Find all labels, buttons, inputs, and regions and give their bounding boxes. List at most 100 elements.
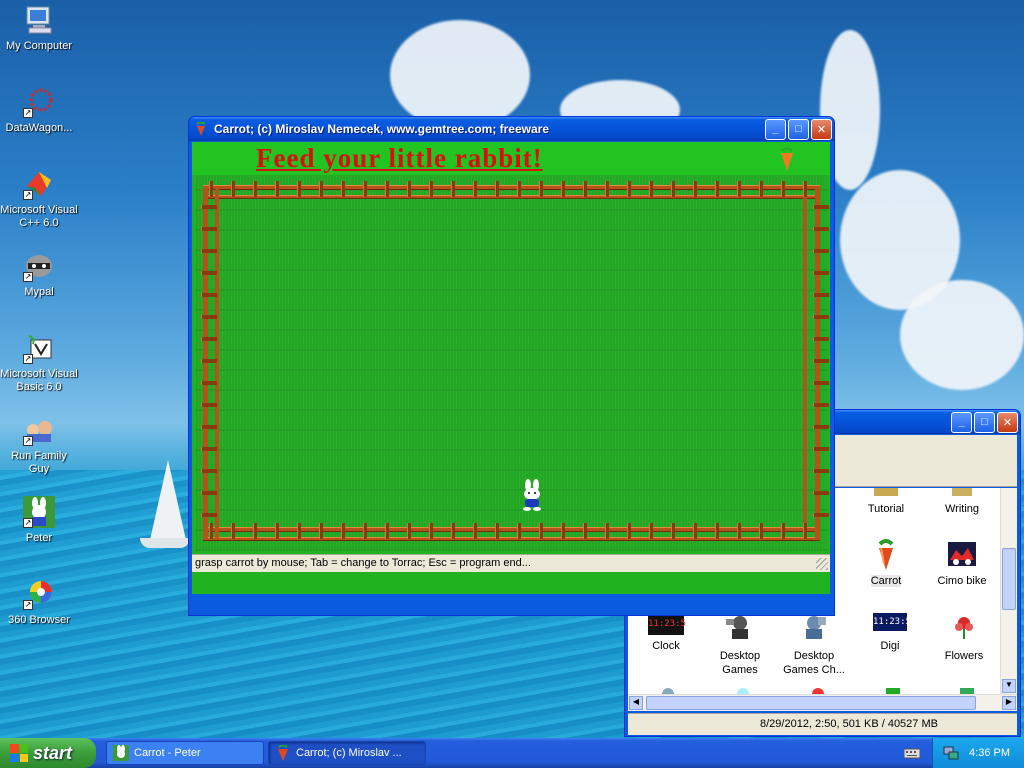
desktop-icon-mypal[interactable]: ↗ Mypal — [0, 250, 78, 299]
fence-post — [297, 523, 301, 539]
desktop-icon-peter[interactable]: ↗ Peter — [0, 496, 78, 545]
visual-cpp-icon: ↗ — [23, 168, 55, 200]
explorer-item-cimo-bike[interactable]: Cimo bike — [926, 538, 998, 588]
fence-right-rail — [815, 185, 820, 541]
sailboat-hull — [140, 538, 190, 548]
vertical-scrollbar[interactable]: ▼ — [1000, 488, 1017, 694]
fence-post — [385, 181, 389, 197]
explorer-item-desktop-games-ch[interactable]: Desktop Games Ch... — [778, 613, 850, 677]
desktop-icon-datawagon[interactable]: ↗ DataWagon... — [0, 86, 78, 135]
explorer-item-label: Carrot — [870, 575, 902, 587]
fence-post — [539, 181, 543, 197]
minimize-button[interactable]: _ — [765, 118, 786, 140]
mypal-raccoon-icon: ↗ — [23, 250, 55, 282]
fence-post — [201, 337, 217, 341]
fence-post — [517, 523, 521, 539]
fence-post — [803, 523, 807, 539]
close-button[interactable]: ✕ — [997, 411, 1018, 433]
scrollbar-thumb[interactable] — [1002, 548, 1016, 610]
fence-post — [201, 403, 217, 407]
fence-post — [737, 181, 741, 197]
fence-post — [561, 181, 565, 197]
grass-field[interactable] — [195, 175, 829, 551]
fence-post — [803, 181, 807, 197]
rabbit-sprite[interactable] — [519, 479, 545, 511]
fence-post — [429, 523, 433, 539]
fence-post — [201, 293, 217, 297]
keyboard-icon[interactable] — [903, 746, 921, 760]
fence-post — [341, 181, 345, 197]
explorer-item-writing[interactable]: Writing — [926, 488, 998, 516]
sailboat — [150, 460, 186, 540]
scroll-right-button[interactable]: ▶ — [1002, 696, 1016, 710]
fence-post — [231, 181, 235, 197]
fence-post — [363, 181, 367, 197]
minimize-button[interactable]: _ — [951, 411, 972, 433]
desktop-icon-label: Mypal — [24, 286, 54, 298]
fence-post — [813, 271, 829, 275]
fence-post — [781, 523, 785, 539]
digi-clock-icon: 11:23:51 — [873, 613, 916, 631]
network-icon[interactable] — [943, 745, 959, 761]
task-label: Carrot; (c) Miroslav ... — [296, 747, 402, 759]
fence-post — [201, 447, 217, 451]
peter-task-icon — [113, 745, 129, 761]
explorer-item-label: Desktop Games Ch... — [783, 650, 845, 676]
carrot-task-icon — [275, 744, 291, 761]
start-button[interactable]: start — [0, 738, 96, 768]
game-statusbar: grasp carrot by mouse; Tab = change to T… — [192, 554, 830, 572]
cloud — [900, 280, 1024, 390]
explorer-item-flowers[interactable]: Flowers — [928, 613, 1000, 663]
carrot-game-window[interactable]: Carrot; (c) Miroslav Nemecek, www.gemtre… — [188, 116, 835, 616]
maximize-button[interactable]: □ — [788, 118, 809, 140]
desktop-icon-360-browser[interactable]: ↗ 360 Browser — [0, 578, 78, 627]
bike-icon — [946, 538, 978, 570]
fence-bottom-rail — [203, 537, 819, 541]
fence-post — [319, 523, 323, 539]
fence-top-rail — [203, 195, 819, 199]
fence-post — [671, 181, 675, 197]
desktop-icon-label: DataWagon... — [5, 122, 73, 134]
fence-post — [813, 205, 829, 209]
fence-left-rail — [215, 185, 219, 541]
game-canvas[interactable]: Feed your little rabbit! grasp carrot by… — [192, 142, 830, 594]
fence-post — [561, 523, 565, 539]
desktop-icon-label: My Computer — [5, 40, 73, 52]
desktop-icon-run-family-guy[interactable]: ↗ Run Family Guy — [0, 414, 78, 476]
desktop-icon-label: 360 Browser — [8, 614, 70, 626]
flowers-icon — [948, 613, 980, 645]
fence-post — [671, 523, 675, 539]
close-button[interactable]: ✕ — [811, 118, 832, 140]
resize-grip[interactable] — [816, 558, 828, 570]
explorer-item-desktop-games[interactable]: Desktop Games — [704, 613, 776, 677]
task-button-carrot-game[interactable]: Carrot; (c) Miroslav ... — [268, 741, 426, 765]
game-titlebar[interactable]: Carrot; (c) Miroslav Nemecek, www.gemtre… — [189, 117, 834, 141]
family-guy-icon: ↗ — [23, 414, 55, 446]
scroll-down-button[interactable]: ▼ — [1002, 679, 1016, 693]
fence-post — [583, 181, 587, 197]
explorer-item-digi[interactable]: 11:23:51 Digi — [854, 613, 926, 653]
explorer-item-clock[interactable]: 11:23:5 Clock — [630, 613, 702, 653]
explorer-item-tutorial[interactable]: Tutorial — [850, 488, 922, 516]
fence-post — [429, 181, 433, 197]
explorer-item-carrot[interactable]: Carrot — [850, 538, 922, 588]
fence-right-rail — [803, 185, 807, 541]
hscroll-thumb[interactable] — [646, 696, 976, 710]
fence-post — [451, 523, 455, 539]
fence-post — [407, 181, 411, 197]
task-button-carrot-peter[interactable]: Carrot - Peter — [106, 741, 264, 765]
fence-post — [813, 249, 829, 253]
fence-post — [813, 447, 829, 451]
desktop-icon-my-computer[interactable]: My Computer — [0, 4, 78, 53]
fence-post — [363, 523, 367, 539]
fence-post — [605, 181, 609, 197]
desktop-icon-visual-cpp[interactable]: ↗ Microsoft Visual C++ 6.0 — [0, 168, 78, 230]
maximize-button[interactable]: □ — [974, 411, 995, 433]
scroll-left-button[interactable]: ◀ — [629, 696, 643, 710]
fence-post — [813, 403, 829, 407]
desktop-icon-visual-basic[interactable]: ↗ Microsoft Visual Basic 6.0 — [0, 332, 78, 394]
fence-post — [253, 523, 257, 539]
tray-clock[interactable]: 4:36 PM — [969, 747, 1010, 759]
fence-post — [209, 181, 213, 197]
horizontal-scrollbar[interactable]: ◀ ▶ — [628, 694, 1017, 711]
